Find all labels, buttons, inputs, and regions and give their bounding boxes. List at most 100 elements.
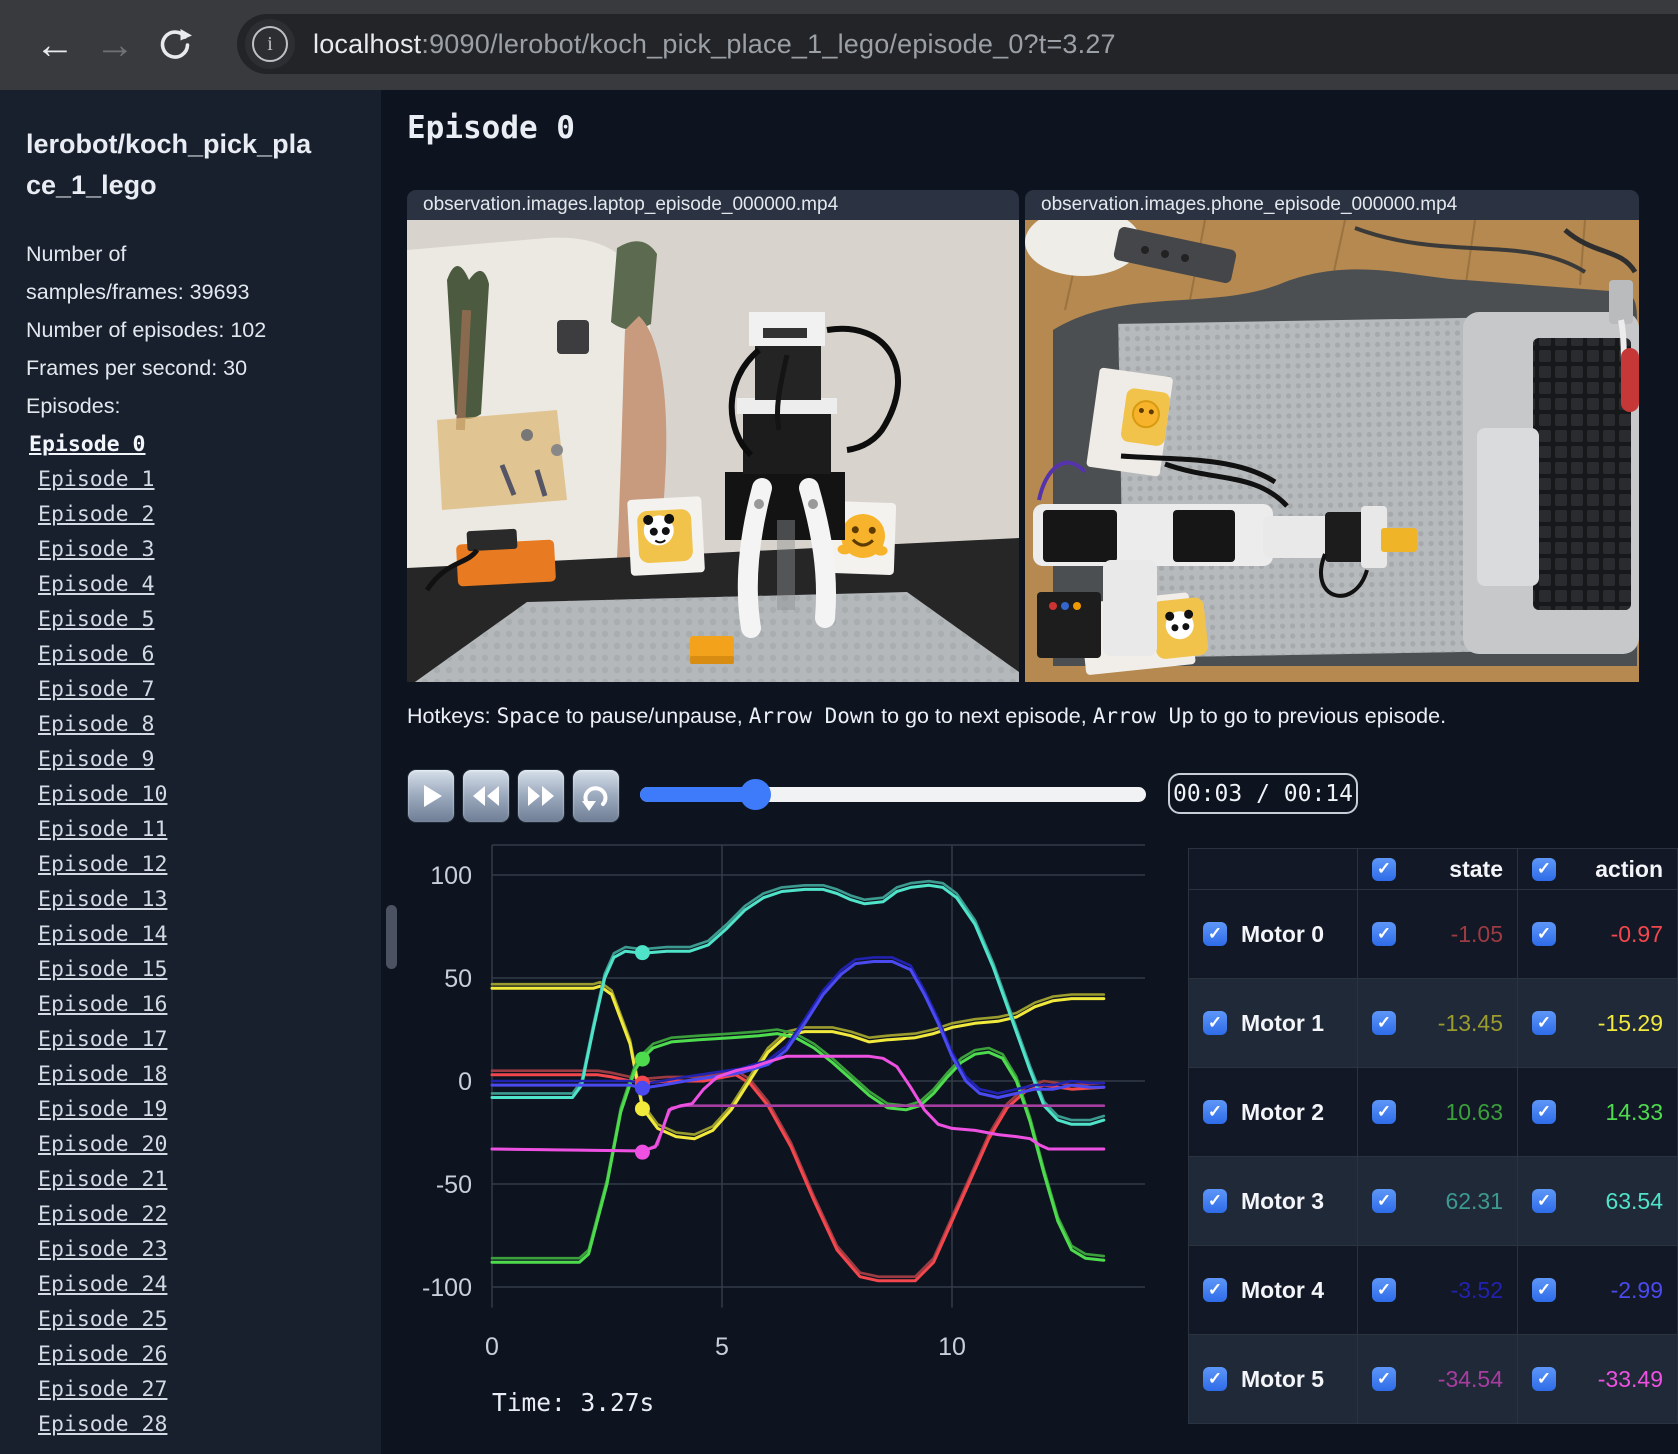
- play-button[interactable]: [407, 769, 455, 823]
- series-state-motor-4: [490, 956, 1106, 1095]
- motor-action-cell: ✓ -33.49: [1517, 1334, 1677, 1423]
- chart-time-label: Time: 3.27s: [492, 1388, 655, 1417]
- sidebar: lerobot/koch_pick_place_1_lego Number of…: [0, 90, 381, 1454]
- y-tick-label: 0: [458, 1068, 472, 1096]
- motor-name: Motor 2: [1241, 1098, 1325, 1125]
- episode-link[interactable]: Episode 25: [38, 1307, 167, 1332]
- motor-name-cell: ✓ Motor 5: [1189, 1334, 1357, 1423]
- motor-state-cell: ✓ 10.63: [1357, 1067, 1517, 1156]
- rewind-button[interactable]: [462, 769, 510, 823]
- episode-link[interactable]: Episode 21: [38, 1167, 167, 1192]
- checkbox-checked[interactable]: ✓: [1372, 922, 1396, 946]
- loop-icon: [582, 786, 608, 811]
- checkbox-checked[interactable]: ✓: [1532, 1189, 1556, 1213]
- seek-slider-thumb[interactable]: [740, 779, 772, 810]
- motor-action-cell: ✓ 63.54: [1517, 1156, 1677, 1245]
- reload-glyph: [160, 29, 192, 59]
- fast-forward-button[interactable]: [517, 769, 565, 823]
- episode-link[interactable]: Episode 7: [38, 677, 155, 702]
- episode-link[interactable]: Episode 13: [38, 887, 167, 912]
- motor-action-value: -33.49: [1597, 1365, 1663, 1392]
- y-tick-label: 100: [430, 862, 472, 890]
- episode-link[interactable]: Episode 16: [38, 992, 167, 1017]
- episode-link[interactable]: Episode 17: [38, 1027, 167, 1052]
- url-host: localhost: [313, 28, 422, 59]
- episode-link[interactable]: Episode 20: [38, 1132, 167, 1157]
- site-info-button[interactable]: i: [245, 19, 295, 69]
- episode-link[interactable]: Episode 24: [38, 1272, 167, 1297]
- forward-icon[interactable]: →: [88, 18, 142, 72]
- episode-link[interactable]: Episode 22: [38, 1202, 167, 1227]
- episode-link[interactable]: Episode 12: [38, 852, 167, 877]
- episode-link[interactable]: Episode 10: [38, 782, 167, 807]
- episode-link[interactable]: Episode 8: [38, 712, 155, 737]
- episode-list: Episode 0 Episode 1 Episode 2 Episode 3 Epis…: [29, 427, 381, 1442]
- checkbox-checked[interactable]: ✓: [1203, 1278, 1227, 1302]
- dataset-title: lerobot/koch_pick_place_1_lego: [26, 129, 312, 200]
- seek-slider[interactable]: [640, 779, 1146, 810]
- episode-link[interactable]: Episode 26: [38, 1342, 167, 1367]
- episode-link[interactable]: Episode 1: [38, 467, 155, 492]
- motor-row: ✓ Motor 5 ✓ -34.54 ✓ -33.49: [1189, 1334, 1677, 1423]
- header-empty-cell: [1189, 849, 1357, 889]
- checkbox-checked[interactable]: ✓: [1532, 922, 1556, 946]
- checkbox-checked[interactable]: ✓: [1532, 857, 1556, 881]
- laptop-video[interactable]: observation.images.laptop_episode_000000…: [407, 190, 1019, 682]
- checkbox-checked[interactable]: ✓: [1372, 1100, 1396, 1124]
- episode-link[interactable]: Episode 19: [38, 1097, 167, 1122]
- episode-link[interactable]: Episode 9: [38, 747, 155, 772]
- episode-link[interactable]: Episode 14: [38, 922, 167, 947]
- scrollbar-thumb[interactable]: [386, 905, 397, 969]
- hotkey-key: Space: [496, 704, 560, 728]
- episode-link[interactable]: Episode 18: [38, 1062, 167, 1087]
- checkbox-checked[interactable]: ✓: [1532, 1100, 1556, 1124]
- panda-card: [627, 496, 705, 576]
- current-time-dot: [634, 1051, 650, 1067]
- motor-state-value: -34.54: [1437, 1365, 1503, 1392]
- checkbox-checked[interactable]: ✓: [1372, 857, 1396, 881]
- checkbox-checked[interactable]: ✓: [1203, 1367, 1227, 1391]
- laptop-video-title: observation.images.laptop_episode_000000…: [407, 190, 1019, 220]
- motor-action-cell: ✓ -0.97: [1517, 889, 1677, 978]
- checkbox-checked[interactable]: ✓: [1203, 1011, 1227, 1035]
- checkbox-checked[interactable]: ✓: [1372, 1367, 1396, 1391]
- checkbox-checked[interactable]: ✓: [1372, 1011, 1396, 1035]
- url-bar[interactable]: i localhost:9090/lerobot/koch_pick_place…: [237, 14, 1678, 74]
- episode-link[interactable]: Episode 11: [38, 817, 167, 842]
- checkbox-checked[interactable]: ✓: [1203, 1100, 1227, 1124]
- checkbox-checked[interactable]: ✓: [1203, 1189, 1227, 1213]
- checkbox-checked[interactable]: ✓: [1532, 1278, 1556, 1302]
- rewind-icon: [473, 786, 499, 806]
- header-cell-state: ✓ state: [1357, 849, 1517, 889]
- episode-link[interactable]: Episode 2: [38, 502, 155, 527]
- motor-name: Motor 1: [1241, 1009, 1325, 1036]
- episode-link[interactable]: Episode 5: [38, 607, 155, 632]
- motor-action-value: -15.29: [1597, 1009, 1663, 1036]
- episode-link[interactable]: Episode 0: [29, 432, 146, 457]
- back-icon[interactable]: ←: [28, 18, 82, 72]
- laptop-video-frame: [407, 220, 1019, 682]
- loop-button[interactable]: [572, 769, 620, 823]
- episode-link[interactable]: Episode 23: [38, 1237, 167, 1262]
- column-label-state: state: [1449, 855, 1503, 882]
- hotkeys-text: to go to previous episode.: [1193, 704, 1447, 728]
- checkbox-checked[interactable]: ✓: [1372, 1189, 1396, 1213]
- checkbox-checked[interactable]: ✓: [1532, 1011, 1556, 1035]
- episode-link[interactable]: Episode 15: [38, 957, 167, 982]
- episode-link[interactable]: Episode 4: [38, 572, 155, 597]
- episode-link[interactable]: Episode 27: [38, 1377, 167, 1402]
- reload-icon[interactable]: [148, 18, 202, 72]
- checkbox-checked[interactable]: ✓: [1532, 1367, 1556, 1391]
- episode-link[interactable]: Episode 28: [38, 1412, 167, 1437]
- checkbox-checked[interactable]: ✓: [1372, 1278, 1396, 1302]
- current-time-dot: [634, 1101, 650, 1117]
- motor-table: ✓ state ✓ action ✓ Motor 0 ✓ -1.05 ✓ -0.97 ✓ Motor …: [1188, 848, 1678, 1424]
- laptop: [1463, 312, 1639, 654]
- episode-link[interactable]: Episode 6: [38, 642, 155, 667]
- current-time-dot: [634, 1080, 650, 1096]
- motor-action-cell: ✓ -15.29: [1517, 978, 1677, 1067]
- phone-video[interactable]: observation.images.phone_episode_000000.…: [1025, 190, 1639, 682]
- episode-link[interactable]: Episode 3: [38, 537, 155, 562]
- checkbox-checked[interactable]: ✓: [1203, 922, 1227, 946]
- episodes-label: Episodes:: [26, 394, 121, 418]
